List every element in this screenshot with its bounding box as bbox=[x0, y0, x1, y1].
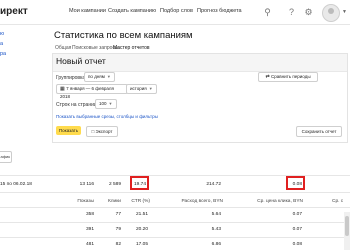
sidebar-item[interactable]: ю bbox=[0, 31, 4, 37]
help-icon[interactable]: ? bbox=[286, 7, 297, 18]
table-cell: 5.43 bbox=[211, 227, 221, 232]
table-cell: 0.08 bbox=[292, 242, 302, 247]
report-title: Новый отчет bbox=[56, 56, 106, 66]
summary-clicks: 2 589 bbox=[108, 182, 121, 187]
table-row-divider bbox=[0, 222, 350, 223]
header-clicks[interactable]: Клики bbox=[105, 199, 121, 204]
nav-my-campaigns[interactable]: Мои кампании bbox=[69, 8, 106, 14]
page-title: Статистика по всем кампаниям bbox=[54, 30, 193, 41]
rows-per-page-label: Строк на странице bbox=[56, 102, 100, 108]
search-icon[interactable]: ⚲ bbox=[262, 7, 273, 18]
scrollbar-thumb[interactable] bbox=[345, 216, 349, 236]
nav-budget-forecast[interactable]: Прогноз бюджета bbox=[197, 8, 242, 14]
sidebar-item[interactable]: ра bbox=[0, 51, 6, 57]
table-cell: 0.07 bbox=[292, 212, 302, 217]
export-button[interactable]: □ Экспорт bbox=[86, 126, 118, 137]
date-range-picker[interactable]: ▦ 7 января — 6 февраля 2018 bbox=[56, 84, 128, 99]
header-avg-cpc[interactable]: Ср. цена клика, BYN bbox=[255, 199, 303, 204]
table-cell: 79 bbox=[115, 227, 121, 232]
save-report-button[interactable]: Сохранить отчет bbox=[296, 126, 342, 137]
show-button[interactable]: Показать bbox=[56, 126, 81, 135]
table-cell: 391 bbox=[85, 227, 94, 232]
cpc-highlight bbox=[286, 176, 305, 190]
table-divider bbox=[0, 207, 350, 208]
table-cell: 20.20 bbox=[135, 227, 148, 232]
chevron-down-icon: ▼ bbox=[148, 86, 153, 91]
header-avg-more[interactable]: Ср. с bbox=[332, 199, 344, 204]
tab-search-queries[interactable]: Поисковые запросы bbox=[72, 45, 119, 51]
rows-per-page-select[interactable]: 100 ▼ bbox=[95, 99, 117, 109]
grouping-select[interactable]: по дням ▼ bbox=[84, 72, 115, 82]
ctr-highlight bbox=[130, 176, 149, 190]
show-columns-link[interactable]: Показать выбранные срезы, столбцы и филь… bbox=[56, 114, 158, 119]
table-cell: 17.05 bbox=[135, 242, 148, 247]
chevron-down-icon[interactable]: ▼ bbox=[342, 9, 347, 15]
graph-button[interactable]: афик bbox=[0, 151, 12, 163]
table-cell: 481 bbox=[85, 242, 94, 247]
header-ctr[interactable]: CTR (%) bbox=[128, 199, 150, 204]
table-cell: 5.64 bbox=[211, 212, 221, 217]
logo[interactable]: ирект bbox=[0, 6, 28, 17]
avatar[interactable] bbox=[322, 4, 340, 22]
tab-general[interactable]: Общая bbox=[55, 45, 71, 51]
table-cell: 0.07 bbox=[292, 227, 302, 232]
chevron-down-icon: ▼ bbox=[108, 101, 113, 106]
table-row-divider bbox=[0, 237, 350, 238]
header-impressions[interactable]: Показы bbox=[70, 199, 94, 204]
bell-icon[interactable]: ⚙ bbox=[303, 7, 314, 18]
table-divider bbox=[0, 192, 350, 193]
table-cell: 77 bbox=[115, 212, 121, 217]
table-cell: 82 bbox=[115, 242, 121, 247]
summary-impressions: 13 116 bbox=[79, 182, 94, 187]
table-cell: 6.86 bbox=[211, 242, 221, 247]
table-cell: 358 bbox=[85, 212, 94, 217]
grouping-label: Группировка bbox=[56, 75, 86, 81]
period-select[interactable]: история ▼ bbox=[126, 84, 157, 94]
compare-periods-button[interactable]: ⇄ Сравнить периоды bbox=[258, 72, 318, 82]
nav-create-campaign[interactable]: Создать кампанию bbox=[108, 8, 156, 14]
nav-keyword-planner[interactable]: Подбор слов bbox=[160, 8, 193, 14]
summary-period: 15 по 06.02.18 bbox=[0, 182, 32, 187]
header-spend[interactable]: Расход всего, BYN bbox=[181, 199, 223, 204]
chevron-down-icon: ▼ bbox=[106, 74, 111, 79]
table-cell: 21.51 bbox=[135, 212, 148, 217]
sidebar-item[interactable]: а bbox=[0, 41, 3, 47]
summary-spend: 214.72 bbox=[206, 182, 221, 187]
